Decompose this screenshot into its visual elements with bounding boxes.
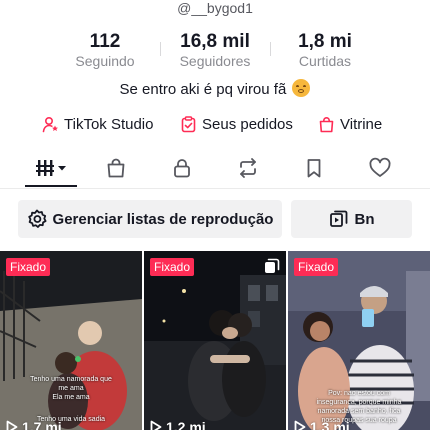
playlist-actions: Gerenciar listas de reprodução Bn (0, 200, 430, 238)
manage-playlists-label: Gerenciar listas de reprodução (52, 210, 274, 228)
bag-icon (107, 158, 125, 178)
pinned-badge: Fixado (6, 258, 51, 276)
stat-likes-value: 1,8 mi (298, 31, 352, 52)
view-count-value: 1,2 mi (166, 419, 206, 430)
photo-carousel-icon (265, 258, 280, 273)
tiktok-studio-link[interactable]: TikTok Studio (42, 112, 153, 136)
view-count: 1,2 mi (150, 419, 206, 430)
stat-followers[interactable]: 16,8 mil Seguidores (160, 32, 270, 70)
view-count-value: 1,7 mi (22, 419, 62, 430)
play-icon (6, 420, 18, 430)
active-tab-indicator (25, 185, 77, 187)
video-thumbnail[interactable]: Fixado Tenho uma namorada que me ama Ela… (0, 251, 142, 430)
orders-label: Seus pedidos (202, 115, 293, 133)
orders-link[interactable]: Seus pedidos (180, 112, 293, 136)
chevron-down-icon (58, 166, 66, 171)
showcase-label: Vitrine (340, 115, 383, 133)
tab-favorites[interactable] (288, 150, 340, 186)
view-count-value: 1,3 mi (310, 419, 350, 430)
video-2-thumbnail-image (144, 251, 286, 430)
repost-icon (240, 158, 256, 178)
profile-bio-text: Se entro aki é pq virou fã (119, 81, 287, 98)
stat-likes-label: Curtidas (298, 53, 352, 69)
pinned-badge: Fixado (150, 258, 195, 276)
profile-bio: Se entro aki é pq virou fã (0, 79, 430, 98)
tab-shop[interactable] (90, 150, 142, 186)
playlist-icon (329, 210, 347, 227)
stat-following-value: 112 (89, 31, 121, 52)
tab-videos[interactable] (25, 150, 77, 186)
tabs-divider (0, 188, 430, 189)
tab-liked[interactable] (354, 150, 406, 186)
grid-icon (36, 160, 66, 176)
video-caption: Tenho uma namorada que me ama Ela me ama (30, 376, 112, 401)
gear-icon (27, 209, 47, 228)
lock-icon (174, 159, 190, 178)
play-icon (150, 420, 162, 430)
heart-icon (369, 157, 391, 177)
tab-private[interactable] (156, 150, 208, 186)
stat-followers-value: 16,8 mil (180, 31, 250, 52)
video-grid: Fixado Tenho uma namorada que me ama Ela… (0, 251, 430, 430)
view-count: 1,3 mi (294, 419, 350, 430)
stat-following[interactable]: 112 Seguindo (50, 32, 160, 70)
profile-tabs (0, 150, 430, 188)
tiktok-studio-label: TikTok Studio (64, 115, 154, 133)
view-count: 1,7 mi (6, 419, 62, 430)
stat-likes[interactable]: 1,8 mi Curtidas (270, 32, 380, 70)
profile-links: TikTok Studio Seus pedidos Vitrine (0, 112, 430, 136)
stat-following-label: Seguindo (75, 53, 135, 69)
play-icon (294, 420, 306, 430)
video-thumbnail[interactable]: Fixado 1,2 mi (144, 251, 286, 430)
playlist-bn-button[interactable]: Bn (291, 200, 412, 238)
profile-handle: @__bygod1 (177, 0, 253, 16)
manage-playlists-button[interactable]: Gerenciar listas de reprodução (18, 200, 282, 238)
bookmark-icon (307, 159, 321, 178)
showcase-link[interactable]: Vitrine (318, 112, 382, 136)
stat-followers-label: Seguidores (179, 53, 251, 69)
video-thumbnail[interactable]: Fixado Pov: nao estou com inseguranca, p… (288, 251, 430, 430)
smiling-face-emoji-icon (292, 79, 311, 97)
profile-stats: 112 Seguindo 16,8 mil Seguidores 1,8 mi … (0, 32, 430, 72)
clipboard-check-icon (181, 115, 196, 132)
pinned-badge: Fixado (294, 258, 339, 276)
person-star-icon (42, 116, 58, 132)
tab-reposts[interactable] (222, 150, 274, 186)
shopping-bag-icon (319, 116, 334, 132)
playlist-bn-label: Bn (354, 210, 375, 228)
video-1-thumbnail-image (0, 251, 142, 430)
